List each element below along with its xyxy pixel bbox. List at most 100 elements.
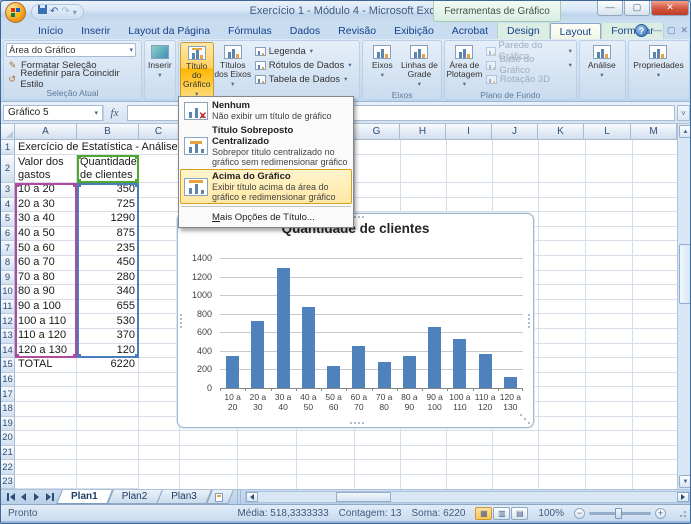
tab-Revisão[interactable]: Revisão [329, 23, 385, 39]
row-header-2[interactable]: 2 [1, 155, 15, 183]
column-header-J[interactable]: J [492, 124, 538, 140]
cell-a5[interactable]: 30 a 40 [15, 212, 77, 227]
column-header-G[interactable]: G [354, 124, 400, 140]
cell-b15[interactable]: 6220 [77, 358, 139, 373]
cell-b4[interactable]: 725 [77, 198, 139, 213]
chart-bar[interactable] [428, 327, 441, 388]
maximize-button[interactable]: ▢ [624, 1, 650, 16]
tab-Acrobat[interactable]: Acrobat [443, 23, 497, 39]
cell-a12[interactable]: 100 a 110 [15, 314, 77, 329]
tab-Dados[interactable]: Dados [281, 23, 329, 39]
column-header-L[interactable]: L [584, 124, 631, 140]
tab-Layout da Página[interactable]: Layout da Página [119, 23, 219, 39]
cell-a6[interactable]: 40 a 50 [15, 227, 77, 242]
row-header-5[interactable]: 5 [1, 212, 15, 227]
chart-bar[interactable] [479, 354, 492, 388]
row-header-1[interactable]: 1 [1, 140, 15, 155]
next-sheet-button[interactable] [31, 492, 42, 503]
chart-resize-grip[interactable] [528, 422, 530, 424]
row-header-13[interactable]: 13 [1, 329, 15, 344]
cell-b10[interactable]: 340 [77, 285, 139, 300]
tab-Layout[interactable]: Layout [550, 23, 602, 39]
cell-a11[interactable]: 90 a 100 [15, 300, 77, 315]
column-header-M[interactable]: M [631, 124, 677, 140]
name-box[interactable]: Gráfico 5▾ [3, 105, 103, 121]
reset-to-match-style-button[interactable]: ↺Redefinir para Coincidir Estilo [5, 72, 140, 86]
row-header-22[interactable]: 22 [1, 460, 15, 475]
ribbon-row-Rótulos de Dados[interactable]: Rótulos de Dados▾ [252, 58, 355, 72]
insert-worksheet-tab[interactable] [209, 490, 231, 504]
scroll-up-icon[interactable]: ▲ [679, 125, 691, 138]
chart-bar[interactable] [277, 268, 290, 388]
menu-item-Título Sobreposto Centralizado[interactable]: Título Sobreposto CentralizadoSobrepor t… [180, 123, 352, 169]
chart-border-handle[interactable] [180, 314, 182, 316]
ribbon-row-Legenda[interactable]: Legenda▾ [252, 44, 355, 58]
row-header-9[interactable]: 9 [1, 271, 15, 286]
cell-b9[interactable]: 280 [77, 271, 139, 286]
column-header-B[interactable]: B [77, 124, 139, 140]
chart-bar[interactable] [453, 339, 466, 388]
cell-a21[interactable] [15, 446, 77, 461]
cell-b18[interactable] [77, 402, 139, 417]
cell-b20[interactable] [77, 431, 139, 446]
select-all-corner[interactable] [1, 124, 15, 140]
cell-a14[interactable]: 120 a 130 [15, 344, 77, 359]
row-header-20[interactable]: 20 [1, 431, 15, 446]
vertical-scrollbar-thumb[interactable] [679, 244, 691, 304]
insert-function-button[interactable]: fx [103, 105, 125, 121]
sheet-tab-Plan1[interactable]: Plan1 [59, 490, 110, 504]
formula-bar-expand-button[interactable]: ˅ [677, 105, 690, 121]
row-header-6[interactable]: 6 [1, 227, 15, 242]
cell-a13[interactable]: 110 a 120 [15, 329, 77, 344]
cell-b22[interactable] [77, 460, 139, 475]
row-header-23[interactable]: 23 [1, 475, 15, 490]
cell-b8[interactable]: 450 [77, 256, 139, 271]
cell-a19[interactable] [15, 417, 77, 432]
cell-b23[interactable] [77, 475, 139, 490]
cell-b2[interactable]: Quantidade de clientes [77, 155, 139, 183]
row-header-21[interactable]: 21 [1, 446, 15, 461]
column-header-C[interactable]: C [139, 124, 179, 140]
chart-bar[interactable] [403, 356, 416, 388]
row-header-15[interactable]: 15 [1, 358, 15, 373]
menu-item-Nenhum[interactable]: NenhumNão exibir um título de gráfico [180, 98, 352, 123]
horizontal-scrollbar-thumb[interactable] [336, 492, 391, 502]
tab-Exibição[interactable]: Exibição [385, 23, 443, 39]
chart-bar[interactable] [327, 366, 340, 388]
chart-title-button[interactable]: Título do Gráfico ▾ [180, 42, 214, 100]
axis-titles-button[interactable]: Títulos dos Eixos ▾ [214, 42, 252, 100]
cell-a9[interactable]: 70 a 80 [15, 271, 77, 286]
chart-border-handle[interactable] [350, 422, 352, 424]
first-sheet-button[interactable] [5, 492, 16, 503]
column-header-A[interactable]: A [15, 124, 77, 140]
sheet-tab-Plan3[interactable]: Plan3 [159, 490, 209, 504]
gridlines-button[interactable]: Linhas de Grade ▾ [400, 42, 438, 89]
normal-view-icon[interactable]: ▦ [475, 507, 492, 520]
help-icon[interactable]: ? [635, 24, 648, 37]
row-header-3[interactable]: 3 [1, 183, 15, 198]
column-header-K[interactable]: K [538, 124, 584, 140]
row-header-12[interactable]: 12 [1, 314, 15, 329]
previous-sheet-button[interactable] [18, 492, 29, 503]
row-header-19[interactable]: 19 [1, 417, 15, 432]
horizontal-scrollbar[interactable] [245, 491, 690, 503]
chart-elements-combo[interactable]: Área do Gráfico▾ [6, 43, 136, 57]
row-header-8[interactable]: 8 [1, 256, 15, 271]
insert-button[interactable]: Inserir ▾ [146, 42, 174, 87]
cell-b17[interactable] [77, 387, 139, 402]
row-header-14[interactable]: 14 [1, 344, 15, 359]
cell-b5[interactable]: 1290 [77, 212, 139, 227]
cell-a18[interactable] [15, 402, 77, 417]
vertical-scrollbar[interactable]: ▲ ▼ [677, 124, 691, 489]
row-header-16[interactable]: 16 [1, 373, 15, 388]
zoom-out-icon[interactable]: − [574, 508, 585, 519]
plot-area[interactable] [220, 258, 523, 388]
chart-bar[interactable] [226, 356, 239, 389]
cell-a10[interactable]: 80 a 90 [15, 285, 77, 300]
chart-bar[interactable] [378, 362, 391, 388]
last-sheet-button[interactable] [44, 492, 55, 503]
workbook-restore-button[interactable]: ▢ [667, 24, 676, 37]
tab-Início[interactable]: Início [29, 23, 72, 39]
column-header-H[interactable]: H [400, 124, 446, 140]
row-header-4[interactable]: 4 [1, 198, 15, 213]
